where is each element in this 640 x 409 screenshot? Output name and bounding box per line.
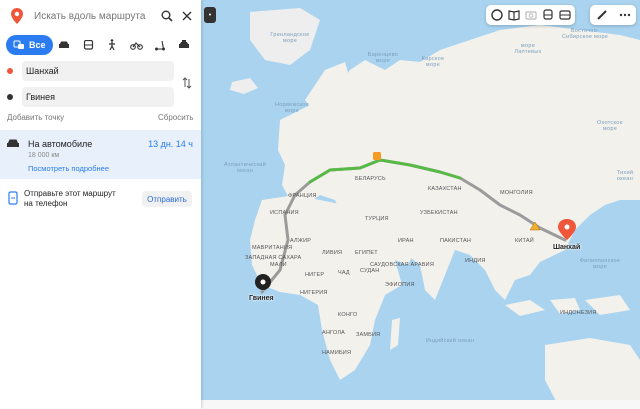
ocean-label: Восточно-Сибирское море [561,28,609,40]
country-label: МОНГОЛИЯ [500,190,533,196]
ocean-label: Тихий океан [616,170,634,182]
route-option-card[interactable]: На автомобиле 13 дн. 14 ч 18 000 км Посм… [0,130,201,179]
bike-icon [129,42,143,50]
reset-route-link[interactable]: Сбросить [158,113,194,122]
country-label: ЕГИПЕТ [355,250,378,256]
send-button[interactable]: Отправить [142,191,192,207]
end-point-marker [7,94,13,100]
ocean-label: Баренцево море [367,52,399,64]
ocean-label: Гренландское море [270,32,310,44]
add-point-link[interactable]: Добавить точку [7,113,64,122]
mode-tab-taxi[interactable] [172,40,196,50]
scooter-icon [155,40,166,50]
country-label: НИГЕР [305,272,325,278]
collapse-panel-button[interactable]: • [204,7,216,23]
mode-tab-car[interactable] [53,40,77,50]
mode-tab-walk[interactable] [100,39,124,51]
route-distance: 18 000 км [28,152,60,159]
route-from-field[interactable]: Шанхай [22,61,174,81]
route-mode-label: На автомобиле [28,139,93,149]
mode-tab-bike[interactable] [124,40,148,50]
country-label: СУДАН [360,268,380,274]
country-label: ЗАМБИЯ [356,332,381,338]
country-label: УЗБЕКИСТАН [420,210,458,216]
search-input[interactable] [32,9,154,23]
end-pin-icon[interactable] [255,274,271,290]
country-label: КИТАЙ [515,238,534,244]
city-label-end[interactable]: Гвинея [249,295,274,302]
camera-icon[interactable] [523,7,539,23]
location-pin-icon [11,8,23,24]
country-label: ЗАПАДНАЯ САХАРА [245,255,302,261]
transport-mode-tabs: Все [6,35,196,55]
fuel-marker-icon [373,152,381,160]
start-point-marker [7,68,13,74]
walk-icon [109,39,116,51]
swap-route-icon[interactable] [182,76,192,94]
ocean-label: Индийский океан [425,338,475,344]
ocean-label: Филиппинское море [579,258,621,270]
country-label: ПАКИСТАН [440,238,471,244]
country-label: НАМИБИЯ [322,350,352,356]
mode-tab-all[interactable]: Все [6,35,53,55]
search-bar [4,4,197,28]
country-label: КАЗАХСТАН [428,186,462,192]
traffic-icon[interactable] [557,7,573,23]
bus-icon [83,39,93,50]
mode-tab-all-label: Все [29,40,46,50]
country-label: АЛЖИР [290,238,312,244]
panorama-icon[interactable] [489,7,505,23]
country-label: ИНДИЯ [465,258,486,264]
country-label: МАВРИТАНИЯ [252,245,293,251]
country-label: АНГОЛА [322,330,346,336]
country-label: ТУРЦИЯ [365,216,389,222]
country-label: МАЛИ [270,262,287,268]
send-to-phone-text: Отправьте этот маршрут на телефон [24,189,116,208]
phone-icon [8,191,18,205]
country-label: ЛИВИЯ [322,250,343,256]
search-icon[interactable] [160,9,174,23]
country-label: ФРАНЦИЯ [288,193,317,199]
more-icon[interactable] [617,7,633,23]
map-tools-toolbar [590,5,636,25]
country-label: БЕЛАРУСЬ [355,176,386,182]
ocean-label: Карское море [421,56,445,68]
route-to-field[interactable]: Гвинея [22,87,174,107]
map-layers-toolbar [486,5,575,25]
route-details-link[interactable]: Посмотреть подробнее [28,164,109,173]
country-label: ИНДОНЕЗИЯ [560,310,597,316]
mode-tab-transit[interactable] [76,39,100,51]
all-modes-icon [13,40,24,49]
mode-tab-scooter[interactable] [148,40,172,51]
book-icon[interactable] [506,7,522,23]
ocean-label: море Лаптевых [514,43,542,55]
country-label: ИСПАНИЯ [270,210,299,216]
taxi-icon [179,40,189,48]
country-label: ИРАН [398,238,414,244]
route-panel: Все Шанхай Гвинея Добавить точку Сбросит… [0,0,201,409]
country-label: НИГЕРИЯ [300,290,328,296]
country-label: ЭФИОПИЯ [385,282,415,288]
ocean-label: Атлантический океан [224,162,266,174]
ocean-label: Охотское море [596,120,624,132]
transit-icon[interactable] [540,7,556,23]
route-duration: 13 дн. 14 ч [148,139,193,149]
close-icon[interactable] [180,9,194,23]
ruler-icon[interactable] [594,7,610,23]
send-to-phone-row: Отправьте этот маршрут на телефон Отправ… [0,187,201,213]
country-label: КОНГО [338,312,358,318]
car-icon [59,41,70,48]
car-icon [7,139,19,147]
country-label: САУДОВСКАЯ АРАВИЯ [370,262,434,268]
city-label-start[interactable]: Шанхай [553,244,580,251]
country-label: ЧАД [338,270,350,276]
ocean-label: Норвежское море [275,102,309,114]
